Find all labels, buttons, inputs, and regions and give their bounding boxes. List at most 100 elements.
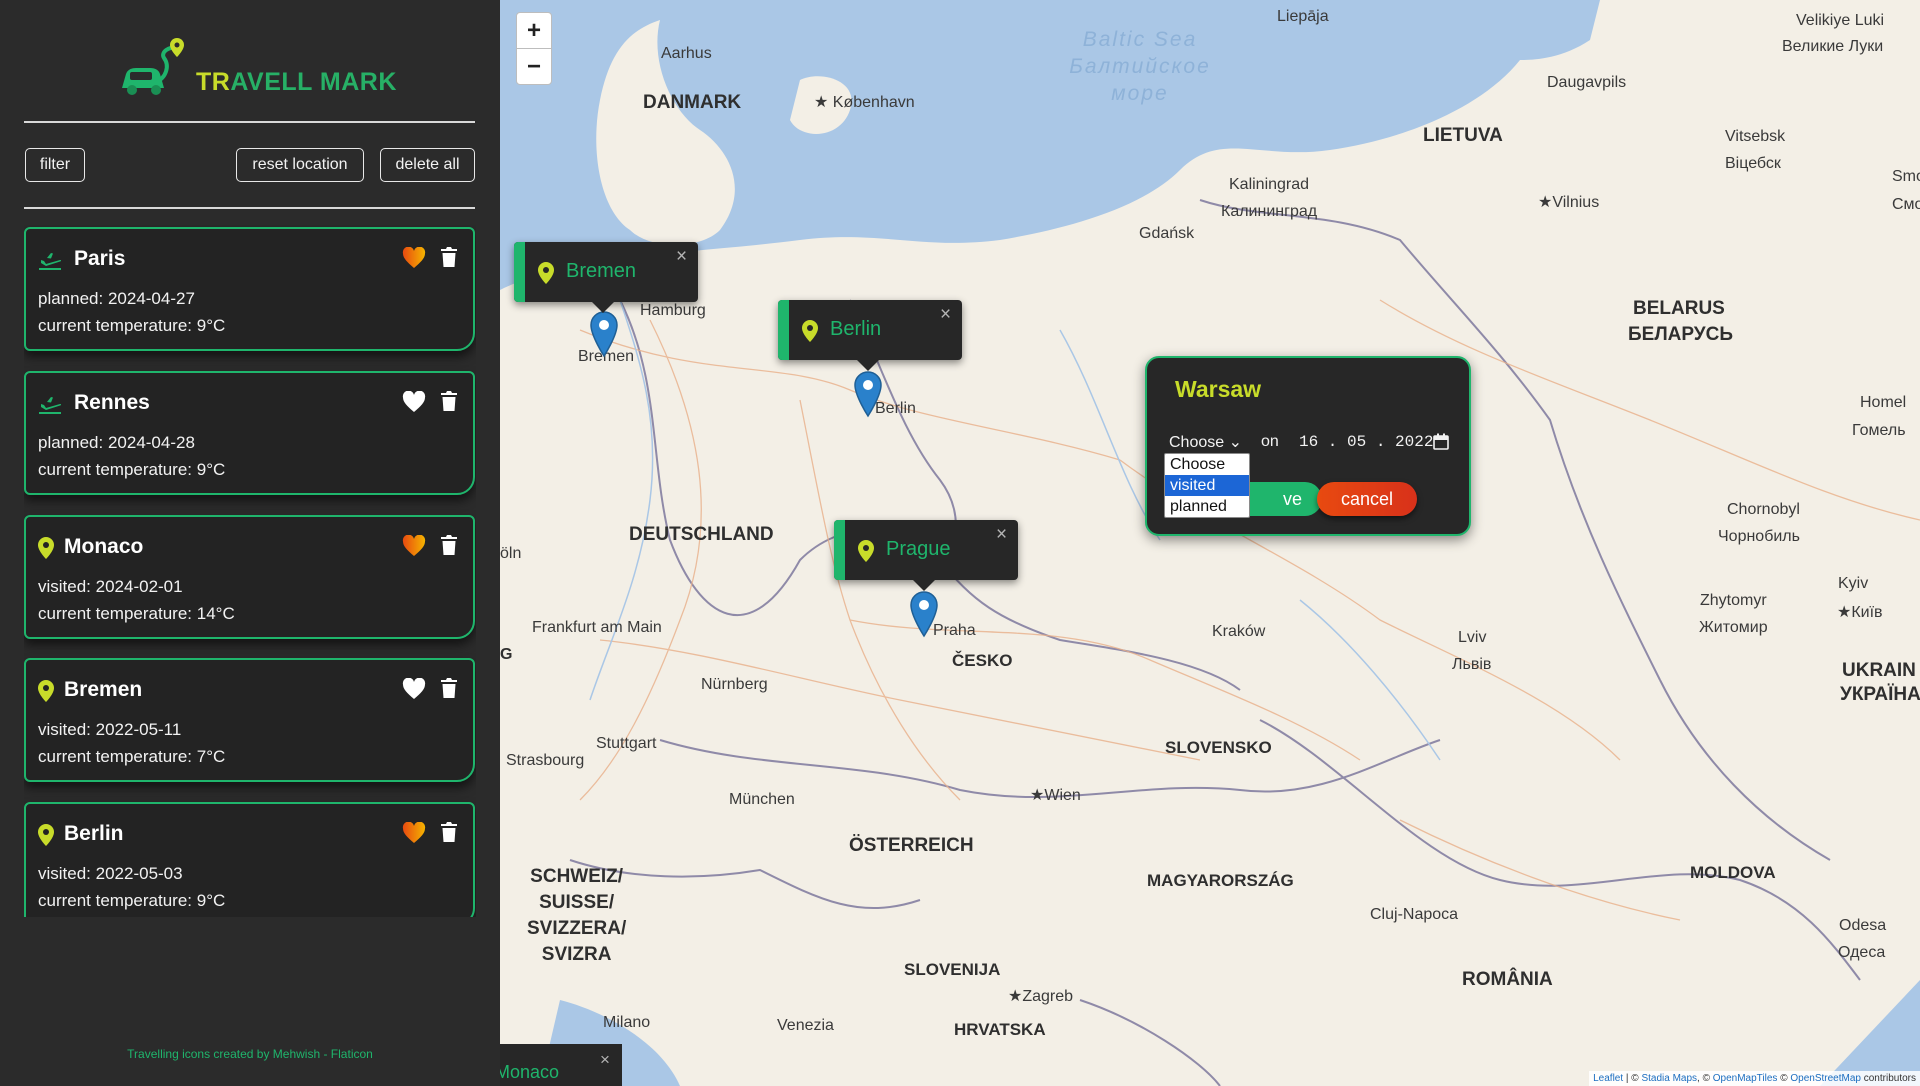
zoom-out-button[interactable]: − [516, 48, 552, 85]
map-marker-prague[interactable] [908, 590, 940, 638]
heart-icon[interactable] [402, 678, 426, 700]
on-label: on [1261, 433, 1279, 450]
map-label-hamburg: Hamburg [640, 302, 706, 319]
location-card[interactable]: Paris planned: 2024-04-27 current temper… [24, 227, 475, 351]
option-choose[interactable]: Choose [1165, 454, 1249, 475]
map-marker-berlin[interactable] [852, 370, 884, 418]
attr-sep: | © [1623, 1073, 1642, 1084]
card-temperature: current temperature: 9°C [38, 460, 226, 479]
icon-credit[interactable]: Travelling icons created by Mehwish - Fl… [0, 1047, 500, 1061]
popup-accent-bar [834, 520, 845, 580]
popup-bremen[interactable]: Bremen × [514, 242, 698, 313]
map-label-homel: Homel [1860, 394, 1907, 411]
card-temperature: current temperature: 9°C [38, 891, 226, 910]
map-label-ukraine-ru: УКРАЇНА [1840, 684, 1920, 705]
heart-icon[interactable] [402, 822, 426, 844]
openstreetmap-link[interactable]: OpenStreetMap [1790, 1073, 1861, 1084]
card-city: Bremen [64, 678, 143, 701]
attr-contrib: contributors [1860, 1073, 1916, 1084]
map-label-velikiye-luki: Velikiye Luki [1796, 12, 1885, 29]
popup-monaco[interactable]: Monaco × [500, 1044, 622, 1086]
map-label-kaliningrad: Kaliningrad [1229, 176, 1310, 193]
kyiv-name-ru: Київ [1851, 604, 1883, 621]
attr-sep: © [1777, 1073, 1791, 1084]
heart-icon[interactable] [402, 391, 426, 413]
map-label-g: G [500, 646, 513, 663]
close-icon[interactable]: × [676, 246, 687, 268]
map-label-vilnius: ★Vilnius [1538, 194, 1600, 211]
map-label-lviv: Lviv [1458, 629, 1487, 646]
map-label-slovensko: SLOVENSKO [1165, 738, 1272, 757]
status-select[interactable]: Choose ⌄ [1169, 432, 1242, 452]
leaflet-link[interactable]: Leaflet [1593, 1073, 1623, 1084]
map-label-odesa-ru: Одеса [1838, 944, 1886, 961]
attr-sep: , © [1697, 1073, 1713, 1084]
reset-location-button[interactable]: reset location [236, 148, 364, 182]
card-status-date: visited: 2022-05-03 [38, 864, 183, 883]
status-dropdown-list[interactable]: Choose visited planned [1164, 453, 1250, 518]
heart-icon[interactable] [402, 535, 426, 557]
card-city: Monaco [64, 535, 144, 558]
map-label-chornobyl: Chornobyl [1727, 501, 1800, 518]
map-label-moldova: MOLDOVA [1690, 863, 1776, 882]
popup-prague[interactable]: Prague × [834, 520, 1018, 591]
map-label-frankfurt: Frankfurt am Main [532, 619, 662, 636]
popup-tip [856, 359, 880, 371]
map-label-magyarorszag: MAGYARORSZÁG [1147, 871, 1294, 890]
filter-button[interactable]: filter [25, 148, 85, 182]
map-label-cluj: Cluj-Napoca [1370, 906, 1459, 923]
popup-title: Bremen [566, 260, 637, 282]
close-icon[interactable]: × [996, 524, 1007, 546]
location-card[interactable]: Berlin visited: 2022-05-03 current tempe… [24, 802, 475, 917]
map-label-kyiv-ru: ★Київ [1837, 604, 1883, 621]
location-card[interactable]: Bremen visited: 2022-05-11 current tempe… [24, 658, 475, 782]
schweiz-line4: SVIZRA [541, 944, 612, 965]
option-visited[interactable]: visited [1165, 475, 1249, 496]
popup-tip [912, 579, 936, 591]
map-pin-icon [38, 537, 54, 559]
trash-icon[interactable] [440, 390, 458, 412]
popup-accent-bar [778, 300, 789, 360]
app-title-part1: TR [196, 68, 231, 96]
form-title: Warsaw [1175, 376, 1262, 402]
card-temperature: current temperature: 9°C [38, 316, 226, 335]
map-pin-icon [538, 262, 554, 284]
openmaptiles-link[interactable]: OpenMapTiles [1713, 1073, 1778, 1084]
trash-icon[interactable] [440, 821, 458, 843]
cancel-button[interactable]: cancel [1317, 482, 1417, 516]
locations-list[interactable]: Paris planned: 2024-04-27 current temper… [24, 225, 476, 917]
map-marker-bremen[interactable] [588, 310, 620, 358]
date-input[interactable]: 16 . 05 . 2022 [1299, 433, 1433, 451]
trash-icon[interactable] [440, 534, 458, 556]
popup-berlin[interactable]: Berlin × [778, 300, 962, 371]
map-label-kobenhavn: ★ København [814, 94, 915, 111]
plane-icon [39, 253, 62, 270]
map-label-gdansk: Gdańsk [1139, 225, 1195, 242]
heart-icon[interactable] [402, 247, 426, 269]
stadia-link[interactable]: Stadia Maps [1641, 1073, 1697, 1084]
map[interactable]: Liepāja Velikiye Luki Великие Луки Balti… [500, 0, 1920, 1086]
close-icon[interactable]: × [940, 304, 951, 326]
card-status-date: planned: 2024-04-28 [38, 433, 195, 452]
delete-all-button[interactable]: delete all [380, 148, 475, 182]
close-icon[interactable]: × [600, 1050, 610, 1070]
location-card[interactable]: Monaco visited: 2024-02-01 current tempe… [24, 515, 475, 639]
add-location-form[interactable]: Warsaw Choose ⌄ on 16 . 05 . 2022 ve can… [1145, 356, 1471, 536]
location-card[interactable]: Rennes planned: 2024-04-28 current tempe… [24, 371, 475, 495]
popup-title: Berlin [830, 318, 882, 340]
popup-title: Prague [886, 538, 951, 560]
map-label-venezia: Venezia [777, 1017, 834, 1034]
card-city: Rennes [74, 391, 150, 414]
map-label-homel-ru: Гомель [1852, 422, 1906, 439]
trash-icon[interactable] [440, 677, 458, 699]
option-planned[interactable]: planned [1165, 496, 1249, 517]
status-select-value: Choose [1169, 434, 1225, 451]
zoom-in-button[interactable]: + [516, 12, 552, 49]
map-label-munchen: München [729, 791, 795, 808]
trash-icon[interactable] [440, 246, 458, 268]
map-label-smolensk-ru: Смо [1892, 196, 1920, 213]
schweiz-line1: SCHWEIZ/ [530, 866, 624, 887]
calendar-icon[interactable] [1433, 433, 1449, 450]
map-pin-icon [38, 824, 54, 846]
baltic-sea-name: Baltic Sea [1082, 28, 1198, 51]
